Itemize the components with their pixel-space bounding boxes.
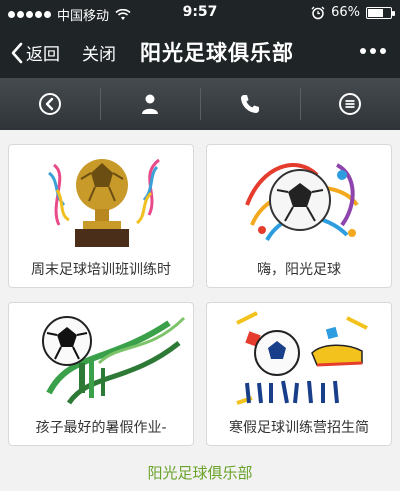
green-splash-football-illustration [42,316,186,405]
circle-back-icon [39,93,61,115]
toolbar-profile-button[interactable] [100,78,200,130]
football-boots-illustration [236,311,368,405]
battery-icon [366,6,395,19]
toolbar-phone-button[interactable] [200,78,300,130]
user-icon [142,94,158,114]
article-card[interactable]: 嗨，阳光足球 [206,144,392,288]
colorful-splash-football-illustration [245,163,359,242]
status-right: 66% [311,5,395,20]
back-label: 返回 [26,45,60,65]
footer-club-link[interactable]: 阳光足球俱乐部 [0,462,400,483]
close-button[interactable]: 关闭 [82,40,116,65]
phone-icon [241,95,259,113]
back-button[interactable]: 返回 [10,40,60,65]
navigation-bar: 返回 关闭 阳光足球俱乐部 [0,26,400,78]
battery-fill [368,8,383,17]
article-card[interactable]: 周末足球培训班训练时 [8,144,194,288]
status-bar: 中国移动 9:57 66% [0,0,400,26]
article-card[interactable]: 寒假足球训练营招生简 [206,302,392,446]
card-title: 嗨，阳光足球 [257,262,341,278]
article-card[interactable]: 孩子最好的暑假作业- [8,302,194,446]
golden-trophy-football-illustration [47,158,160,247]
card-title: 周末足球培训班训练时 [31,262,171,278]
toolbar-menu-button[interactable] [300,78,400,130]
chevron-left-icon [11,42,23,63]
page-title: 阳光足球俱乐部 [140,41,294,65]
battery-percent: 66% [331,5,360,20]
menu-list-icon [339,93,361,115]
more-dots-icon[interactable] [360,48,386,54]
card-title: 孩子最好的暑假作业- [35,420,167,436]
toolbar-back-button[interactable] [0,78,100,130]
card-title: 寒假足球训练营招生简 [229,420,369,436]
alarm-clock-icon [311,6,325,19]
toolbar [0,78,400,130]
